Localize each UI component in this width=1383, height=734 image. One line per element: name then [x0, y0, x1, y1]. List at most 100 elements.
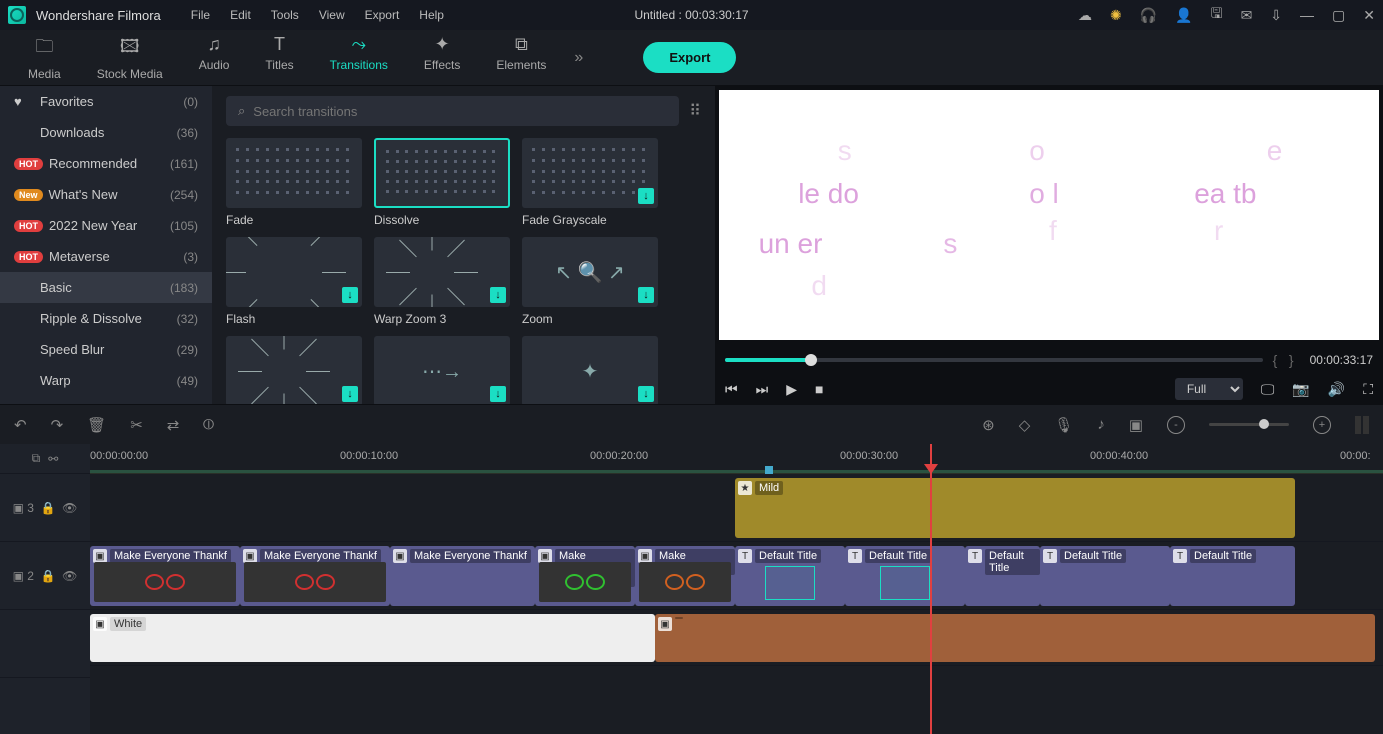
download-icon[interactable]: ↓: [638, 386, 654, 402]
tab-stock-media[interactable]: 🖾Stock Media: [79, 34, 181, 81]
transition-item[interactable]: ⋯→↓: [374, 336, 510, 404]
transition-item[interactable]: ↓: [226, 336, 362, 404]
track-head-2[interactable]: ▣ 2 🔒 👁: [0, 542, 90, 610]
track-head-1[interactable]: [0, 610, 90, 678]
play-button[interactable]: ▶: [786, 381, 797, 398]
download-icon[interactable]: ↓: [490, 386, 506, 402]
clip[interactable]: ▣Make Everyone Thankf: [535, 546, 635, 606]
preview-quality-select[interactable]: Full: [1175, 378, 1243, 400]
tab-effects[interactable]: ✦Effects: [406, 34, 478, 81]
render-icon[interactable]: ⊛: [982, 416, 995, 434]
tab-audio[interactable]: ♫Audio: [181, 34, 248, 81]
link-icon[interactable]: ⚯: [48, 452, 58, 466]
playhead[interactable]: [930, 444, 932, 734]
sidebar-item-basic[interactable]: Basic(183): [0, 272, 212, 303]
stop-button[interactable]: ■: [815, 381, 823, 397]
transition-item[interactable]: ✦↓: [522, 336, 658, 404]
adjust-button[interactable]: ⇄: [167, 416, 180, 434]
menu-help[interactable]: Help: [419, 8, 444, 22]
clip[interactable]: ▣Make Everyone Thankf: [390, 546, 535, 606]
maximize-button[interactable]: ▢: [1332, 7, 1345, 24]
menu-file[interactable]: File: [191, 8, 210, 22]
download-icon[interactable]: ↓: [638, 287, 654, 303]
fullscreen-icon[interactable]: ⛶: [1363, 381, 1373, 398]
tab-transitions[interactable]: ⤳Transitions: [312, 34, 406, 81]
close-button[interactable]: ✕: [1363, 7, 1375, 24]
delete-button[interactable]: 🗑: [87, 416, 106, 434]
monitor-icon[interactable]: 🖵: [1261, 381, 1275, 398]
menu-view[interactable]: View: [319, 8, 345, 22]
track-area[interactable]: 00:00:00:0000:00:10:0000:00:20:0000:00:3…: [90, 444, 1383, 734]
download-icon[interactable]: ↓: [638, 188, 654, 204]
download-icon[interactable]: ↓: [490, 287, 506, 303]
cloud-icon[interactable]: ☁: [1078, 7, 1092, 24]
clip[interactable]: ★Mild: [735, 478, 1295, 538]
clip[interactable]: TDefault Title: [845, 546, 965, 606]
preview-scrubber[interactable]: [725, 358, 1263, 362]
audio-track[interactable]: ▣White▣: [90, 610, 1383, 666]
sidebar-item-metaverse[interactable]: HOTMetaverse(3): [0, 241, 212, 272]
sidebar-item-warp[interactable]: Warp(49): [0, 365, 212, 396]
keyframe-icon[interactable]: ▣: [1129, 416, 1143, 434]
music-icon[interactable]: ♪: [1097, 416, 1105, 433]
more-icon[interactable]: »: [574, 49, 583, 67]
audio-waveform-icon[interactable]: ⦶: [203, 416, 214, 433]
download-icon[interactable]: ⇩: [1270, 7, 1282, 24]
transition-flash[interactable]: ↓Flash: [226, 237, 362, 326]
clip[interactable]: ▣White: [90, 614, 655, 662]
timeline-fit-icon[interactable]: [1355, 416, 1369, 434]
track-head-3[interactable]: ▣ 3 🔒 👁: [0, 474, 90, 542]
timeline-ruler[interactable]: 00:00:00:0000:00:10:0000:00:20:0000:00:3…: [90, 444, 1383, 474]
sidebar-item-recommended[interactable]: HOTRecommended(161): [0, 148, 212, 179]
grid-view-icon[interactable]: ⠿: [689, 101, 701, 121]
clip[interactable]: ▣: [655, 614, 1375, 662]
menu-export[interactable]: Export: [365, 8, 400, 22]
transition-warp-zoom-3[interactable]: ↓Warp Zoom 3: [374, 237, 510, 326]
sidebar-item-downloads[interactable]: Downloads(36): [0, 117, 212, 148]
undo-button[interactable]: ↶: [14, 416, 27, 434]
transition-fade[interactable]: Fade: [226, 138, 362, 227]
menu-tools[interactable]: Tools: [271, 8, 299, 22]
bulb-icon[interactable]: ✺: [1110, 7, 1122, 24]
transition-zoom[interactable]: ↖ 🔍 ↗↓Zoom: [522, 237, 658, 326]
search-box[interactable]: ⌕: [226, 96, 679, 126]
sidebar-item-speed-blur[interactable]: Speed Blur(29): [0, 334, 212, 365]
search-input[interactable]: [253, 104, 667, 119]
zoom-slider[interactable]: [1209, 423, 1289, 426]
effect-track[interactable]: ★Mild: [90, 474, 1383, 542]
clip[interactable]: TDefault Title: [1170, 546, 1295, 606]
export-button[interactable]: Export: [643, 42, 736, 73]
sidebar-item-ripple-dissolve[interactable]: Ripple & Dissolve(32): [0, 303, 212, 334]
sidebar-item-what-s-new[interactable]: NewWhat's New(254): [0, 179, 212, 210]
next-frame-button[interactable]: ⏭: [756, 381, 769, 398]
tab-elements[interactable]: ⧉Elements: [478, 34, 564, 81]
transition-fade-grayscale[interactable]: ↓Fade Grayscale: [522, 138, 658, 227]
snapshot-icon[interactable]: 📷: [1292, 381, 1309, 398]
marker-icon[interactable]: ◇: [1019, 416, 1031, 434]
mail-icon[interactable]: ✉: [1241, 7, 1253, 24]
volume-icon[interactable]: 🔊: [1328, 381, 1345, 398]
download-icon[interactable]: ↓: [342, 287, 358, 303]
user-icon[interactable]: 👤: [1175, 7, 1192, 24]
clip[interactable]: ▣Make Everyone Thankf: [240, 546, 390, 606]
video-track[interactable]: ▣Make Everyone Thankf▣Make Everyone Than…: [90, 542, 1383, 610]
clip[interactable]: ▣Make Everyone: [635, 546, 735, 606]
voiceover-icon[interactable]: 🎙: [1054, 416, 1073, 434]
timeline-marker[interactable]: [765, 466, 773, 474]
support-icon[interactable]: 🎧: [1140, 7, 1157, 24]
save-icon[interactable]: 🖫: [1211, 3, 1223, 27]
clip[interactable]: TDefault Title: [735, 546, 845, 606]
tab-titles[interactable]: TTitles: [247, 34, 311, 81]
sidebar-item-favorites[interactable]: ♥Favorites(0): [0, 86, 212, 117]
transition-dissolve[interactable]: Dissolve: [374, 138, 510, 227]
clip[interactable]: TDefault Title: [1040, 546, 1170, 606]
menu-edit[interactable]: Edit: [230, 8, 251, 22]
sidebar-item-2022-new-year[interactable]: HOT2022 New Year(105): [0, 210, 212, 241]
download-icon[interactable]: ↓: [342, 386, 358, 402]
prev-frame-button[interactable]: ⏮: [725, 381, 738, 398]
minimize-button[interactable]: —: [1300, 7, 1314, 23]
split-button[interactable]: ✂: [130, 416, 143, 434]
zoom-out-button[interactable]: -: [1167, 416, 1185, 434]
snap-icon[interactable]: ⧉: [32, 451, 41, 466]
tab-media[interactable]: 🗀Media: [10, 34, 79, 81]
